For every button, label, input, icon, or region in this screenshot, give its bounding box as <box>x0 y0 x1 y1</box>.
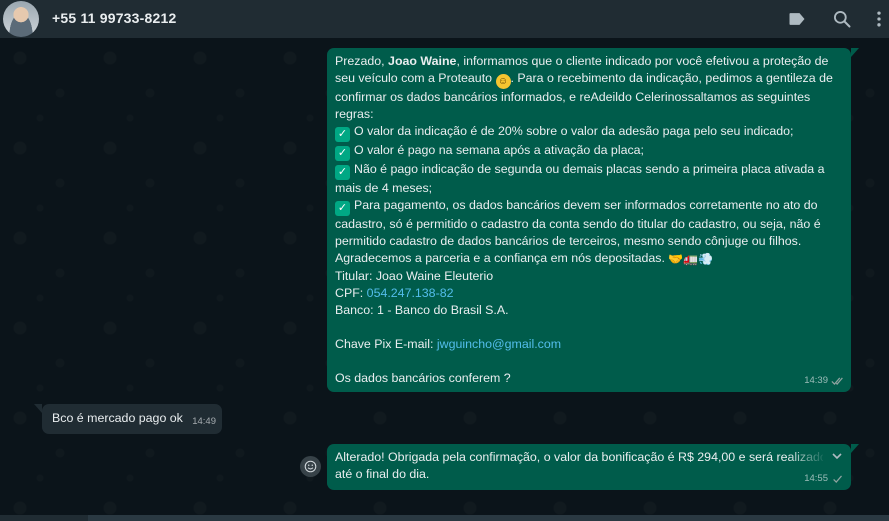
menu-icon[interactable] <box>869 9 889 29</box>
rule-text: cadastro, só é permitido o cadastro da c… <box>335 217 821 231</box>
rule-text: permitido cadastro de dados bancários de… <box>335 234 802 248</box>
cpf-label: CPF: <box>335 286 367 300</box>
emoji-reaction-button[interactable] <box>300 456 321 477</box>
double-check-icon <box>831 376 845 386</box>
message-meta: 14:49 <box>192 413 216 430</box>
handshake-truck-dash-icon: 🤝🚛💨 <box>668 252 714 266</box>
search-icon[interactable] <box>832 9 852 29</box>
check-mark-icon: ✓ <box>335 146 350 161</box>
check-mark-icon: ✓ <box>335 127 350 142</box>
message-text: Alterado! Obrigada pela confirmação, o v… <box>335 450 823 464</box>
message-text: até o final do dia. <box>335 467 430 481</box>
rule-text: O valor da indicação é de 20% sobre o va… <box>354 124 794 138</box>
composer-edge <box>0 515 889 521</box>
contact-avatar[interactable] <box>3 1 39 37</box>
message-text: Bco é mercado pago ok <box>52 411 183 425</box>
outgoing-message[interactable]: Alterado! Obrigada pela confirmação, o v… <box>327 444 851 490</box>
message-meta: 14:39 <box>804 372 845 389</box>
text: Agradecemos a parceria e a confiança em … <box>335 251 665 265</box>
rule-text: Para pagamento, os dados bancários devem… <box>354 198 818 212</box>
bubble-tail <box>851 444 859 453</box>
check-mark-icon: ✓ <box>335 165 350 180</box>
chevron-down-icon[interactable] <box>831 450 843 462</box>
message-meta: 14:55 <box>804 470 845 487</box>
bubble-tail <box>34 404 42 413</box>
rule-text: mais de 4 meses; <box>335 181 433 195</box>
incoming-message[interactable]: Bco é mercado pago ok 14:49 <box>42 404 222 434</box>
timestamp: 14:55 <box>804 473 828 484</box>
holder-text: Titular: Joao Waine Eleuterio <box>335 269 494 283</box>
timestamp: 14:49 <box>192 416 216 427</box>
email-link[interactable]: jwguincho@gmail.com <box>437 337 561 351</box>
grinning-face-icon: ☺ <box>495 74 511 89</box>
pix-label: Chave Pix E-mail: <box>335 337 437 351</box>
rule-text: O valor é pago na semana após a ativação… <box>354 143 644 157</box>
bank-text: Banco: 1 - Banco do Brasil S.A. <box>335 303 509 317</box>
text: regras: <box>335 107 374 121</box>
bold-name: Joao Waine <box>388 54 457 68</box>
text: , informamos que o cliente indicado por … <box>456 54 829 68</box>
question-text: Os dados bancários conferem ? <box>335 371 511 385</box>
tag-icon[interactable] <box>787 9 807 29</box>
text-fade <box>787 448 827 466</box>
text: seu veículo com a Proteauto <box>335 71 493 85</box>
timestamp: 14:39 <box>804 375 828 386</box>
single-check-icon <box>831 474 845 484</box>
check-mark-icon: ✓ <box>335 201 350 216</box>
chat-header: +55 11 99733-8212 <box>0 0 889 38</box>
bubble-tail <box>851 48 859 57</box>
text: . Para o recebimento da indicação, pedim… <box>510 71 833 85</box>
text: confirmar os dados bancários informados,… <box>335 90 811 104</box>
cpf-link[interactable]: 054.247.138-82 <box>367 286 454 300</box>
contact-name[interactable]: +55 11 99733-8212 <box>52 10 176 26</box>
outgoing-message[interactable]: Prezado, Joao Waine, informamos que o cl… <box>327 48 851 392</box>
rule-text: Não é pago indicação de segunda ou demai… <box>354 162 825 176</box>
text: Prezado, <box>335 54 389 68</box>
